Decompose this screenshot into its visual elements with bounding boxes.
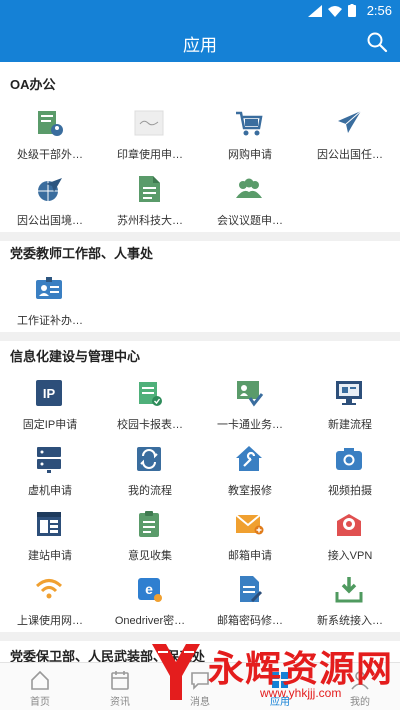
cart-icon — [236, 111, 263, 136]
new-process-icon — [336, 381, 362, 405]
app-label: 苏州科技大… — [117, 215, 183, 227]
news-icon — [111, 671, 129, 690]
app-tile[interactable]: 网购申请 — [200, 108, 300, 174]
onedrive-icon: e — [138, 578, 162, 602]
watermark-logo-icon — [152, 644, 200, 700]
app-label: 建站申请 — [28, 550, 72, 562]
seal-icon — [134, 110, 164, 136]
app-label: 工作证补办… — [17, 315, 83, 327]
app-tile[interactable]: 校园卡报表… — [100, 378, 200, 444]
home-icon — [31, 670, 49, 690]
app-label: 因公出国境… — [17, 215, 83, 227]
status-bar: 2:56 — [0, 0, 400, 22]
app-label: 处级干部外… — [17, 149, 83, 161]
app-tile[interactable]: IP 固定IP申请 — [0, 378, 100, 444]
app-label: 上课使用网… — [17, 615, 83, 627]
wifi-icon — [35, 579, 63, 599]
page-title: 应用 — [183, 36, 217, 55]
section-divider — [0, 332, 400, 341]
download-icon — [335, 577, 363, 603]
search-icon[interactable] — [366, 31, 388, 53]
campus-card-icon — [139, 382, 162, 406]
vpn-icon — [337, 514, 361, 536]
section-title-it-center: 信息化建设与管理中心 — [10, 349, 141, 364]
status-icons — [308, 4, 356, 17]
app-tile[interactable]: 新建流程 — [300, 378, 400, 444]
app-label: 邮箱密码修… — [217, 615, 283, 627]
mail-icon — [235, 514, 264, 535]
app-label: 虚机申请 — [28, 485, 72, 497]
ip-glyph: IP — [43, 386, 56, 401]
app-tile[interactable]: 教室报修 — [200, 444, 300, 510]
server-icon — [37, 447, 61, 473]
watermark: 永辉资源网 www.yhkjjj.com — [148, 638, 398, 708]
app-label: 新系统接入… — [317, 615, 383, 627]
app-label: 会议议题申… — [217, 215, 283, 227]
app-tile[interactable]: 新系统接入… — [300, 574, 400, 640]
app-tile[interactable]: 接入VPN — [300, 509, 400, 575]
app-tile[interactable]: 印章使用申… — [100, 108, 200, 174]
nav-home[interactable]: 首页 — [0, 669, 80, 708]
globe-plane-icon — [38, 178, 62, 201]
app-header: 应用 — [0, 22, 400, 62]
app-label: 网购申请 — [228, 149, 272, 161]
app-label: 邮箱申请 — [228, 550, 272, 562]
app-tile[interactable]: 苏州科技大… — [100, 174, 200, 240]
app-label: 意见收集 — [128, 550, 172, 562]
app-tile[interactable]: 视频拍摄 — [300, 444, 400, 510]
app-label: 固定IP申请 — [22, 419, 78, 431]
card-business-icon — [237, 381, 264, 407]
app-label: 印章使用申… — [117, 149, 183, 161]
airplane-icon — [338, 110, 362, 133]
app-label: 接入VPN — [327, 550, 373, 562]
wifi-status-icon — [328, 5, 342, 17]
app-tile[interactable]: 因公出国任… — [300, 108, 400, 174]
app-tile[interactable]: 邮箱申请 — [200, 509, 300, 575]
watermark-text: 永辉资源网 — [208, 648, 394, 689]
mail-password-icon — [240, 576, 263, 603]
my-process-icon — [137, 447, 161, 471]
app-tile[interactable]: 意见收集 — [100, 509, 200, 575]
repair-icon — [236, 446, 262, 471]
app-tile[interactable]: 建站申请 — [0, 509, 100, 575]
app-tile[interactable]: 处级干部外… — [0, 108, 100, 174]
status-time: 2:56 — [366, 3, 392, 18]
app-tile[interactable]: 一卡通业务… — [200, 378, 300, 444]
app-tile[interactable]: 我的流程 — [100, 444, 200, 510]
app-label: 校园卡报表… — [117, 419, 183, 431]
app-tile[interactable]: 会议议题申… — [200, 174, 300, 240]
app-tile[interactable]: 因公出国境… — [0, 174, 100, 240]
app-tile[interactable]: 上课使用网… — [0, 574, 100, 640]
app-tile[interactable]: 虚机申请 — [0, 444, 100, 510]
app-tile[interactable]: e Onedriver密… — [100, 574, 200, 640]
app-list[interactable]: OA办公 处级干部外… 印章使用申… 网购申请 因公出国任… 因公出国境… 苏州… — [0, 62, 400, 662]
nav-label: 首页 — [30, 697, 50, 708]
app-tile[interactable]: 邮箱密码修… — [200, 574, 300, 640]
app-label: 新建流程 — [328, 419, 372, 431]
clipboard-icon — [139, 511, 159, 537]
app-label: 教室报修 — [228, 485, 272, 497]
svg-text:e: e — [145, 581, 153, 597]
id-card-icon — [36, 277, 62, 299]
ip-icon: IP — [36, 380, 62, 406]
leader-leave-icon — [38, 111, 63, 136]
document-icon — [139, 176, 160, 202]
app-label: Onedriver密… — [114, 615, 186, 627]
signal-icon — [308, 4, 322, 17]
meeting-people-icon — [236, 178, 262, 198]
app-tile[interactable]: 工作证补办… — [0, 274, 100, 340]
watermark-url: www.yhkjjj.com — [260, 686, 342, 700]
camera-icon — [336, 448, 362, 470]
app-label: 视频拍摄 — [328, 485, 372, 497]
section-title-oa: OA办公 — [10, 77, 56, 92]
section-divider — [0, 232, 400, 241]
website-icon — [37, 512, 61, 536]
app-label: 因公出国任… — [317, 149, 383, 161]
app-label: 我的流程 — [128, 485, 172, 497]
battery-icon — [348, 4, 356, 17]
section-title-hr: 党委教师工作部、人事处 — [10, 246, 154, 261]
app-label: 一卡通业务… — [217, 419, 283, 431]
